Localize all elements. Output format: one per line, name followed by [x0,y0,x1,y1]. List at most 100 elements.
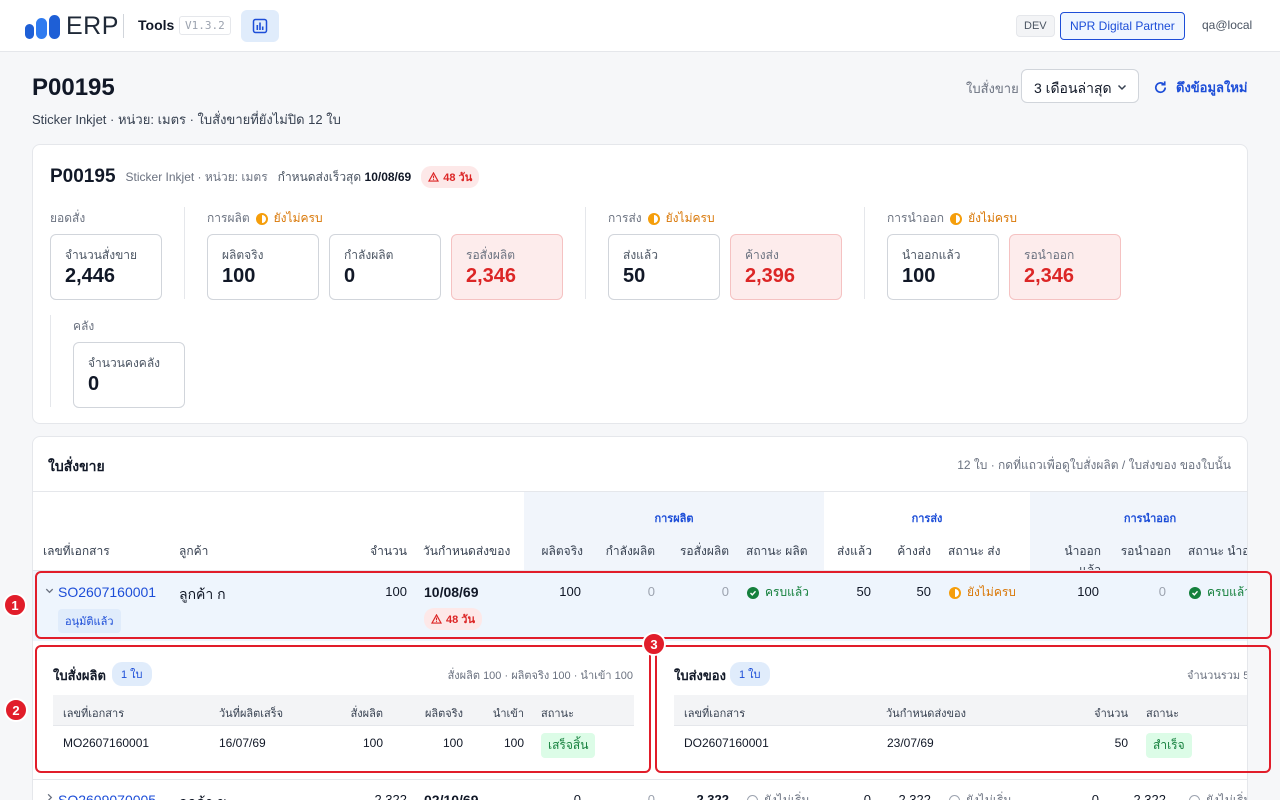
highlight-box-row [35,571,1272,639]
stat-value: 100 [902,265,936,287]
annotation-marker-1: 1 [3,593,27,617]
delivery-group-label: การส่ง ยังไม่ครบ [608,209,715,228]
col-header-issue-status[interactable]: สถานะ นำออก [1188,542,1247,561]
warning-icon [428,172,440,182]
stat-label: กำลังผลิต [344,248,394,262]
status-text: ยังไม่เริ่ม [966,793,1012,800]
refresh-label: ดึงข้อมูลใหม่ [1176,80,1248,95]
due-days-badge: 48 วัน [421,166,480,188]
stat-value: 2,346 [466,265,517,287]
row-produced: 0 [573,792,581,800]
row-issue-status: ยังไม่เริ่ม [1189,791,1248,800]
col-header-produced[interactable]: ผลิตจริง [535,542,583,561]
stat-value: 50 [623,265,646,287]
stat-label: รอนำออก [1024,248,1075,262]
stat-stock: จำนวนคงคลัง 0 [73,342,185,408]
report-button[interactable] [241,10,279,42]
col-header-customer[interactable]: ลูกค้า [179,542,208,561]
stat-value: 2,446 [65,265,116,287]
stat-label: รอสั่งผลิต [466,248,516,262]
col-header-pending-delivery[interactable]: ค้างส่ง [885,542,931,561]
col-header-pending-issue[interactable]: รอนำออก [1119,542,1171,561]
refresh-icon [1155,81,1167,94]
stat-label: ผลิตจริง [222,248,264,262]
divider [585,207,586,299]
col-header-in-production[interactable]: กำลังผลิต [593,542,655,561]
period-select[interactable]: 3 เดือนล่าสุด [1021,69,1139,103]
row-issued: 0 [1091,792,1099,800]
stat-value: 2,396 [745,265,796,287]
row-pending-issue: 2,322 [1133,792,1166,800]
stat-in-production: กำลังผลิต 0 [329,234,441,300]
annotation-marker-3: 3 [642,632,666,656]
stat-pending-issue: รอนำออก 2,346 [1009,234,1121,300]
issue-group-header: การนำออก [1123,513,1177,525]
stat-issued: นำออกแล้ว 100 [887,234,999,300]
tools-label: Tools [138,17,175,33]
table-row[interactable]: SO2609070005 ลูกค้า ข 2,322 02/10/69 0 0… [33,780,1248,800]
sales-orders-hint: 12 ใบ · กดที่แถวเพื่อดูใบสั่งผลิต / ใบส่… [957,458,1231,472]
annotation-marker-2: 2 [4,698,28,722]
summary-header: P00195 Sticker Inkjet · หน่วย: เมตร กำหน… [50,166,480,188]
stat-value: 0 [88,373,100,395]
refresh-button[interactable]: ดึงข้อมูลใหม่ [1153,77,1248,98]
row-qty: 2,322 [374,792,407,800]
stat-pending-production: รอสั่งผลิต 2,346 [451,234,563,300]
stat-pending-delivery: ค้างส่ง 2,396 [730,234,842,300]
row-delivery-status: ยังไม่เริ่ม [949,791,1011,800]
due-date: 10/08/69 [364,169,412,184]
highlight-box-delivery-orders [655,645,1271,773]
half-circle-icon [950,212,963,225]
row-doc-link[interactable]: SO2609070005 [58,792,156,800]
chevron-right-icon[interactable] [44,792,55,800]
highlight-box-production-orders [35,645,651,773]
stat-value: 100 [222,265,256,287]
version-badge: V1.3.2 [179,16,231,35]
status-text: ยังไม่เริ่ม [764,793,810,800]
bar-chart-icon [252,18,268,34]
stock-label: คลัง [73,319,95,333]
page-title: P00195 [32,74,115,101]
col-header-doc-no[interactable]: เลขที่เอกสาร [43,542,110,561]
delivery-label: การส่ง [608,211,642,225]
summary-card: P00195 Sticker Inkjet · หน่วย: เมตร กำหน… [32,144,1248,424]
due-label: กำหนดส่งเร็วสุด [277,169,362,184]
user-menu[interactable]: qa@local [1202,18,1252,32]
col-header-delivered[interactable]: ส่งแล้ว [829,542,872,561]
erp-logo[interactable]: ERP [24,12,119,41]
status-text: ยังไม่เริ่ม [1206,793,1248,800]
partner-button[interactable]: NPR Digital Partner [1060,12,1185,40]
stat-label: จำนวนคงคลัง [88,356,161,370]
half-circle-icon [647,212,660,225]
row-production-status: ยังไม่เริ่ม [747,791,809,800]
divider [50,315,51,407]
delivery-group-header: การส่ง [911,513,943,525]
page-subtitle: Sticker Inkjet · หน่วย: เมตร · ใบสั่งขาย… [32,112,341,127]
production-status: ยังไม่ครบ [273,211,323,225]
row-in-production: 0 [647,792,655,800]
issue-label: การนำออก [887,211,945,225]
col-header-delivery-status[interactable]: สถานะ ส่ง [948,542,1001,561]
logo-mark-icon [25,14,60,39]
orders-label: ยอดสั่ง [50,211,86,225]
col-header-production-status[interactable]: สถานะ ผลิต [746,542,808,561]
col-header-due[interactable]: วันกำหนดส่งของ [423,542,510,561]
stat-ordered: จำนวนสั่งขาย 2,446 [50,234,162,300]
col-header-qty[interactable]: จำนวน [361,542,407,561]
production-group-header: การผลิต [654,513,694,525]
empty-circle-icon [1189,795,1200,800]
stat-label: นำออกแล้ว [902,248,961,262]
row-customer: ลูกค้า ข [179,792,227,800]
due-days-text: 48 วัน [443,172,473,184]
stat-label: จำนวนสั่งขาย [65,248,138,262]
empty-circle-icon [949,795,960,800]
col-header-pending-production[interactable]: รอสั่งผลิต [669,542,729,561]
summary-product-code: P00195 [50,166,116,187]
row-delivered: 0 [863,792,871,800]
stock-group-label: คลัง [73,317,94,336]
summary-meta: Sticker Inkjet · หน่วย: เมตร [125,169,268,184]
issue-group-label: การนำออก ยังไม่ครบ [887,209,1017,228]
issue-status: ยังไม่ครบ [968,211,1018,225]
stat-produced: ผลิตจริง 100 [207,234,319,300]
sales-orders-title: ใบสั่งขาย [48,458,105,474]
